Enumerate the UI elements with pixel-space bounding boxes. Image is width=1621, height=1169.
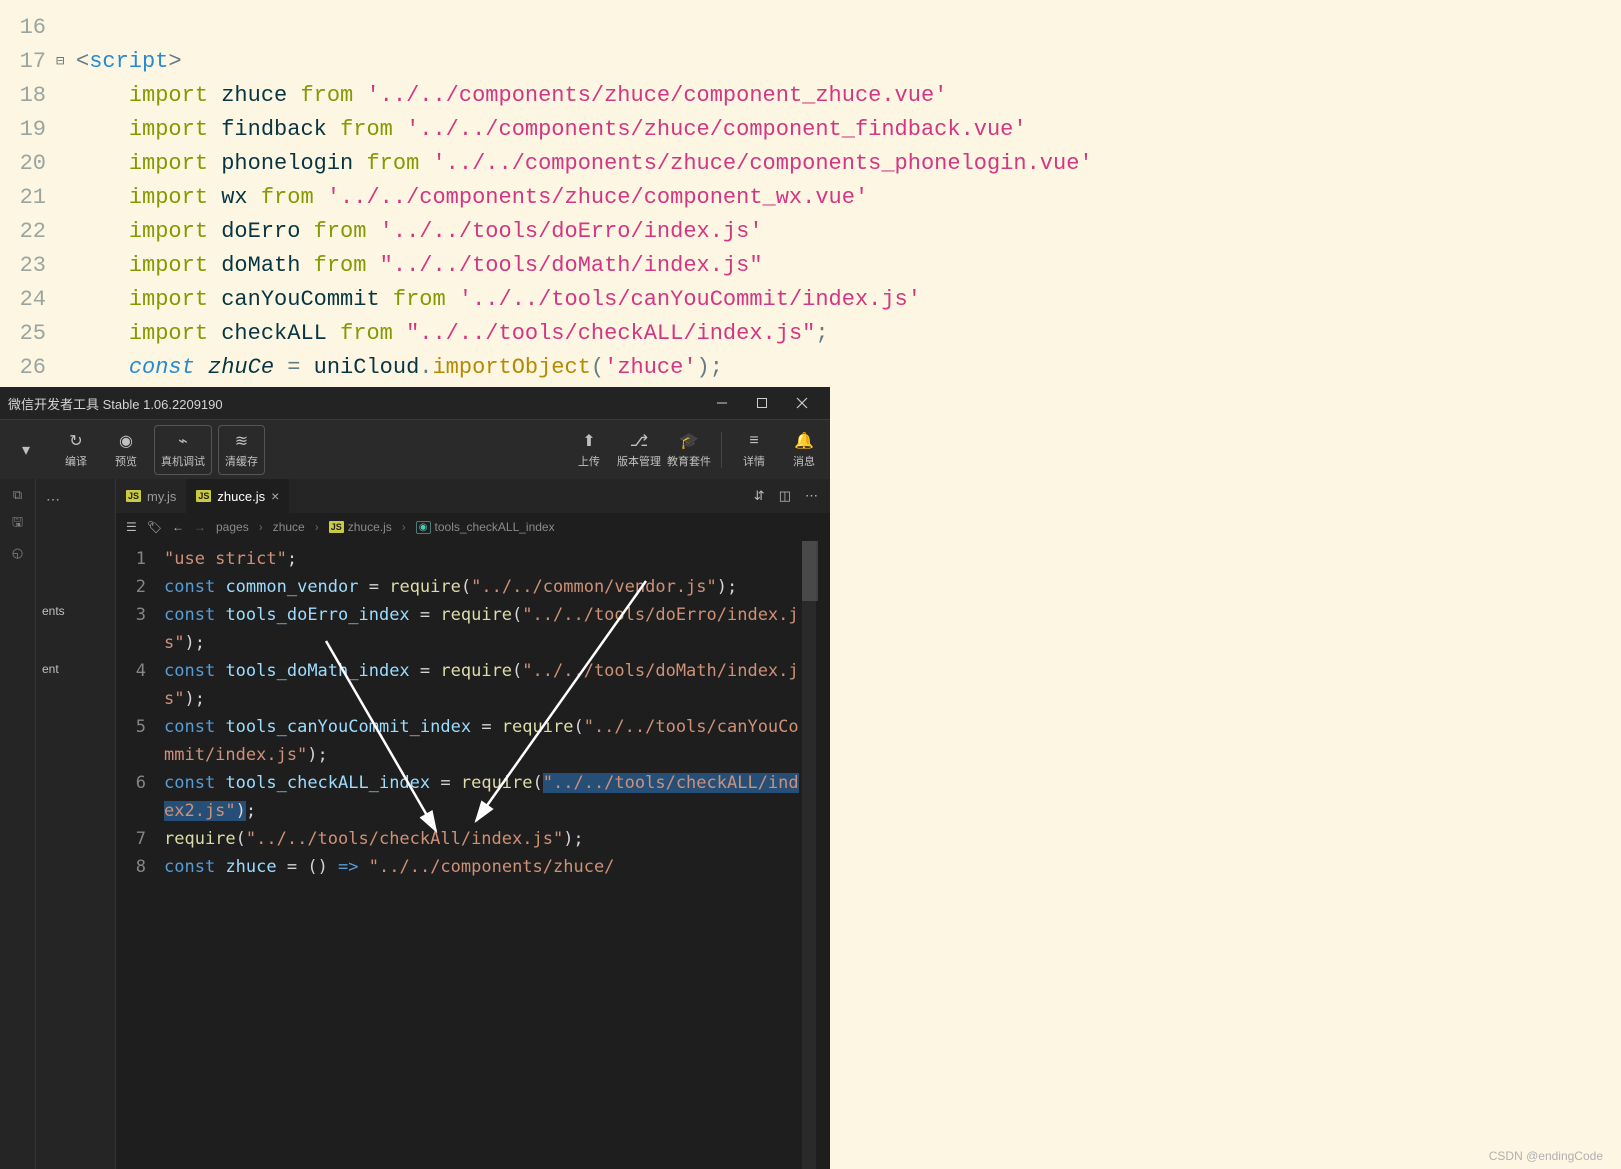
close-button[interactable] [782,387,822,419]
code-line[interactable]: 2const common_vendor = require("../../co… [116,573,830,601]
code-line[interactable]: 25 import checkALL from "../../tools/che… [0,316,1621,350]
code-line[interactable]: 4const tools_doMath_index = require("../… [116,657,830,713]
save-all-icon[interactable]: 🖫 [12,513,23,535]
code-line[interactable]: 3const tools_doErro_index = require("../… [116,601,830,657]
toolbar: ▾ ↻编译 ◉预览 ⌁真机调试 ≋清缓存 ⬆上传 ⎇版本管理 🎓教育套件 ≡详情… [0,419,830,479]
editor-area: JS my.js JS zhuce.js × ⇵ ◫ ⋯ ☰ 🏷 ← → [116,479,830,1169]
titlebar[interactable]: 微信开发者工具 Stable 1.06.2209190 [0,387,830,419]
code-line[interactable]: 1"use strict"; [116,545,830,573]
js-icon: JS [126,490,141,502]
explorer-item[interactable]: ent [36,660,115,678]
js-icon: JS [196,490,211,502]
list-icon[interactable]: ☰ [126,520,137,534]
code-line[interactable]: 16 [0,10,1621,44]
breadcrumb-symbol[interactable]: ◉tools_checkALL_index [416,520,555,534]
messages-button[interactable]: 🔔消息 [782,425,826,475]
watermark: CSDN @endingCode [1489,1149,1603,1163]
tab-bar: JS my.js JS zhuce.js × ⇵ ◫ ⋯ [116,479,830,513]
more-icon[interactable]: ⋯ [805,488,818,504]
version-mgmt-button[interactable]: ⎇版本管理 [617,425,661,475]
code-line[interactable]: 8const zhuce = () => "../../components/z… [116,853,830,881]
upload-button[interactable]: ⬆上传 [567,425,611,475]
edu-suite-button[interactable]: 🎓教育套件 [667,425,711,475]
source-code-editor: 1617⊟<script>18 import zhuce from '../..… [0,0,1621,384]
window-title: 微信开发者工具 Stable 1.06.2209190 [8,394,223,413]
split-icon[interactable]: ◫ [779,488,791,504]
breadcrumb-item[interactable]: JSzhuce.js [329,520,392,534]
tab-zhuce-js[interactable]: JS zhuce.js × [186,479,289,513]
code-line[interactable]: 7require("../../tools/checkAll/index.js"… [116,825,830,853]
code-line[interactable]: 26 const zhuCe = uniCloud.importObject('… [0,350,1621,384]
code-line[interactable]: 22 import doErro from '../../tools/doErr… [0,214,1621,248]
details-button[interactable]: ≡详情 [732,425,776,475]
code-line[interactable]: 23 import doMath from "../../tools/doMat… [0,248,1621,282]
code-line[interactable]: 17⊟<script> [0,44,1621,78]
wx-devtools-window: 微信开发者工具 Stable 1.06.2209190 ▾ ↻编译 ◉预览 ⌁真… [0,387,830,1169]
tab-my-js[interactable]: JS my.js [116,479,186,513]
docker-icon[interactable]: ◵ [12,545,23,561]
back-icon[interactable]: ← [172,520,184,534]
close-icon[interactable]: × [271,488,279,504]
preview-button[interactable]: ◉预览 [104,425,148,475]
code-line[interactable]: 6const tools_checkALL_index = require(".… [116,769,830,825]
window-controls [702,387,822,419]
breadcrumb-item[interactable]: pages [216,520,249,534]
real-debug-button[interactable]: ⌁真机调试 [154,425,212,475]
code-line[interactable]: 24 import canYouCommit from '../../tools… [0,282,1621,316]
code-line[interactable]: 5const tools_canYouCommit_index = requir… [116,713,830,769]
forward-icon[interactable]: → [194,520,206,534]
code-line[interactable]: 19 import findback from '../../component… [0,112,1621,146]
code-editor[interactable]: 1"use strict";2const common_vendor = req… [116,541,830,1169]
breadcrumb: ☰ 🏷 ← → pages › zhuce › JSzhuce.js › ◉to… [116,513,830,541]
main-area: ⧉ 🖫 ◵ ⋯ ents ent JS my.js JS zhuce.js × [0,479,830,1169]
minimize-button[interactable] [702,387,742,419]
symbol-icon: ◉ [416,521,431,534]
explorer-more-icon[interactable]: ⋯ [36,487,115,512]
activity-bar: ⧉ 🖫 ◵ [0,479,36,1169]
clear-cache-button[interactable]: ≋清缓存 [218,425,265,475]
compile-button[interactable]: ↻编译 [54,425,98,475]
breadcrumb-item[interactable]: zhuce [273,520,305,534]
code-line[interactable]: 18 import zhuce from '../../components/z… [0,78,1621,112]
code-line[interactable]: 20 import phonelogin from '../../compone… [0,146,1621,180]
code-line[interactable]: 21 import wx from '../../components/zhuc… [0,180,1621,214]
compare-icon[interactable]: ⇵ [754,488,765,504]
explorer-item[interactable]: ents [36,602,115,620]
maximize-button[interactable] [742,387,782,419]
dropdown-icon[interactable]: ▾ [4,425,48,475]
minimap[interactable] [802,541,816,1169]
bookmark-icon[interactable]: 🏷 [147,520,162,534]
file-explorer[interactable]: ⋯ ents ent [36,479,116,1169]
panel-icon[interactable]: ⧉ [13,487,22,503]
scrollbar-thumb[interactable] [802,541,818,601]
js-icon: JS [329,521,344,533]
